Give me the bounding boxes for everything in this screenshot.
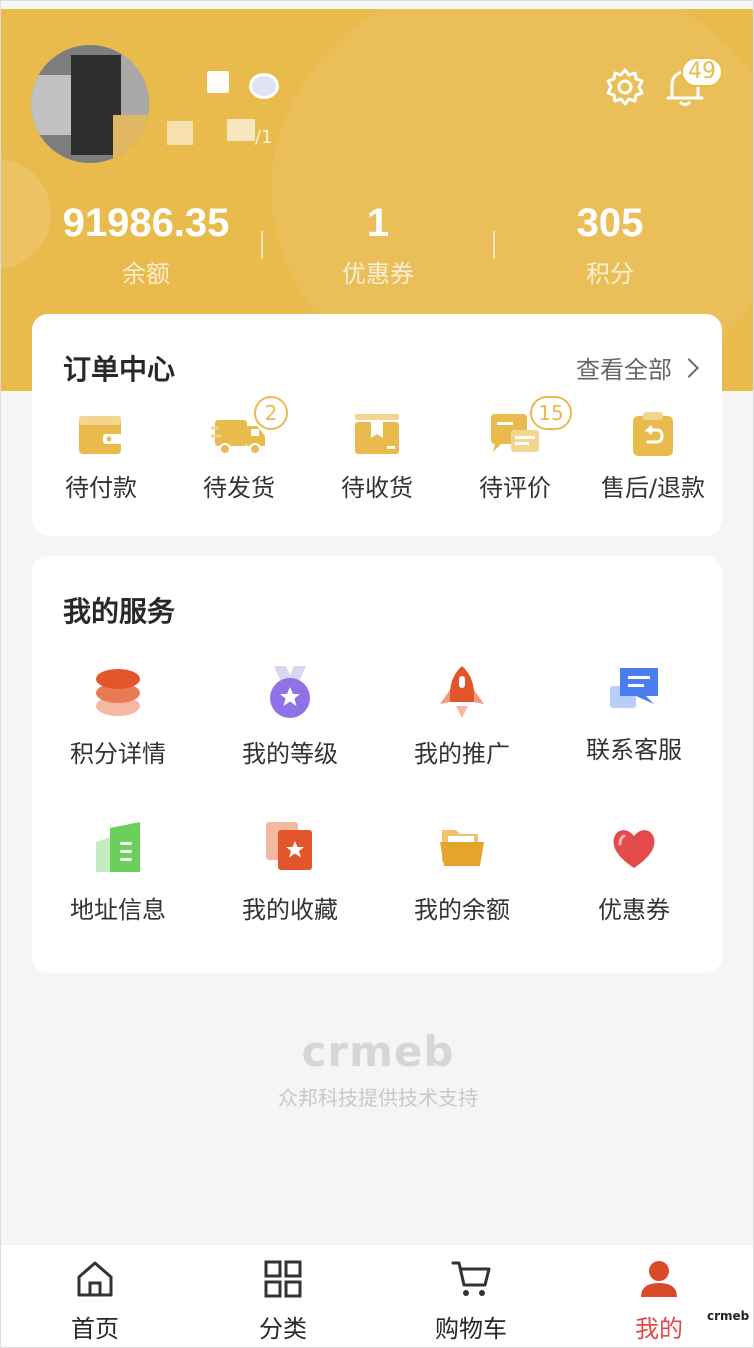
service-label: 我的收藏 <box>242 896 338 924</box>
app-frame: /1 49 91986.35 余额 1 优惠券 305 积分 订单中心 查看全部… <box>0 0 754 1348</box>
package-box-icon <box>355 414 399 454</box>
crmeb-mini-logo: crmeb <box>707 1309 750 1323</box>
order-item-label: 售后/退款 <box>600 474 706 502</box>
points-stack-icon <box>96 669 140 716</box>
stat-points[interactable]: 305 积分 <box>495 195 725 297</box>
home-icon <box>77 1261 113 1297</box>
order-pending-review[interactable]: 15 待评价 <box>446 396 584 503</box>
favorite-star-icon <box>266 822 312 870</box>
cart-icon <box>451 1261 491 1296</box>
tab-home[interactable]: 首页 <box>1 1259 189 1344</box>
service-my-promotion[interactable]: 我的推广 <box>376 666 548 769</box>
account-stats: 91986.35 余额 1 优惠券 305 积分 <box>31 195 725 305</box>
service-my-favorites[interactable]: 我的收藏 <box>204 822 376 925</box>
user-id-redacted <box>227 119 255 141</box>
vip-diamond-icon <box>249 73 279 99</box>
user-icon <box>641 1261 677 1297</box>
username-redacted <box>207 71 229 93</box>
tab-label: 购物车 <box>435 1315 507 1343</box>
stat-label: 余额 <box>122 260 170 288</box>
service-label: 积分详情 <box>70 740 166 768</box>
service-label: 联系客服 <box>586 736 682 764</box>
order-item-label: 待评价 <box>479 474 551 502</box>
customer-service-chat-icon <box>610 668 658 708</box>
stat-balance[interactable]: 91986.35 余额 <box>31 195 261 297</box>
services-title: 我的服务 <box>63 595 176 628</box>
wallet-icon <box>79 416 123 454</box>
order-pending-receipt[interactable]: 待收货 <box>308 410 446 503</box>
service-address-info[interactable]: 地址信息 <box>32 822 204 925</box>
order-after-sales[interactable]: 售后/退款 <box>584 410 722 503</box>
medal-icon <box>270 666 310 718</box>
order-item-label: 待收货 <box>341 474 413 502</box>
brand-footer: crmeb 众邦科技提供技术支持 <box>1 1027 753 1111</box>
tab-label: 分类 <box>259 1315 307 1343</box>
service-label: 我的推广 <box>414 740 510 768</box>
tab-category[interactable]: 分类 <box>189 1259 377 1344</box>
service-label: 我的等级 <box>242 740 338 768</box>
user-id-redacted <box>167 121 193 145</box>
my-services-card: 我的服务 积分详情 我的等级 我的推广 联系客服 地址信息 我的收藏 我的余额 … <box>32 556 722 973</box>
service-label: 优惠券 <box>598 896 670 924</box>
tab-label: 首页 <box>71 1315 119 1343</box>
service-label: 地址信息 <box>70 896 166 924</box>
folder-icon <box>440 830 484 866</box>
heart-coupon-icon <box>613 830 655 868</box>
service-my-balance[interactable]: 我的余额 <box>376 822 548 925</box>
brand-tagline: 众邦科技提供技术支持 <box>278 1086 478 1110</box>
user-id-suffix: /1 <box>255 127 273 148</box>
rocket-icon <box>440 666 484 718</box>
service-points-detail[interactable]: 积分详情 <box>32 666 204 769</box>
tab-cart[interactable]: 购物车 <box>377 1259 565 1344</box>
order-center-card: 订单中心 查看全部 待付款 2 待发货 待收货 15 待评价 售后/退款 <box>32 314 722 536</box>
service-my-level[interactable]: 我的等级 <box>204 666 376 769</box>
order-count-badge: 15 <box>530 396 572 430</box>
stat-label: 积分 <box>586 260 634 288</box>
settings-gear-icon[interactable] <box>605 67 645 107</box>
order-center-title: 订单中心 <box>63 353 176 386</box>
order-pending-shipment[interactable]: 2 待发货 <box>170 396 308 503</box>
crmeb-logo: crmeb <box>301 1027 455 1076</box>
stat-value: 305 <box>576 201 644 245</box>
stat-value: 91986.35 <box>62 201 230 245</box>
stat-label: 优惠券 <box>342 260 414 288</box>
order-item-label: 待付款 <box>65 474 137 502</box>
order-count-badge: 2 <box>254 396 288 430</box>
stat-coupons[interactable]: 1 优惠券 <box>263 195 493 297</box>
notification-badge: 49 <box>681 57 723 87</box>
avatar[interactable] <box>31 45 149 163</box>
view-all-label: 查看全部 <box>576 356 672 384</box>
service-contact-support[interactable]: 联系客服 <box>548 666 720 765</box>
order-item-label: 待发货 <box>203 474 275 502</box>
view-all-orders-link[interactable]: 查看全部 <box>576 350 699 385</box>
service-coupons[interactable]: 优惠券 <box>548 822 720 925</box>
order-pending-payment[interactable]: 待付款 <box>32 410 170 503</box>
stat-value: 1 <box>366 201 390 245</box>
address-book-icon <box>96 822 140 872</box>
bottom-tab-bar: 首页 分类 购物车 我的 <box>1 1244 753 1347</box>
chevron-right-icon <box>679 357 699 378</box>
tab-mine[interactable]: 我的 <box>565 1259 753 1344</box>
category-grid-icon <box>264 1260 302 1298</box>
refund-clipboard-icon <box>633 412 673 456</box>
service-label: 我的余额 <box>414 896 510 924</box>
